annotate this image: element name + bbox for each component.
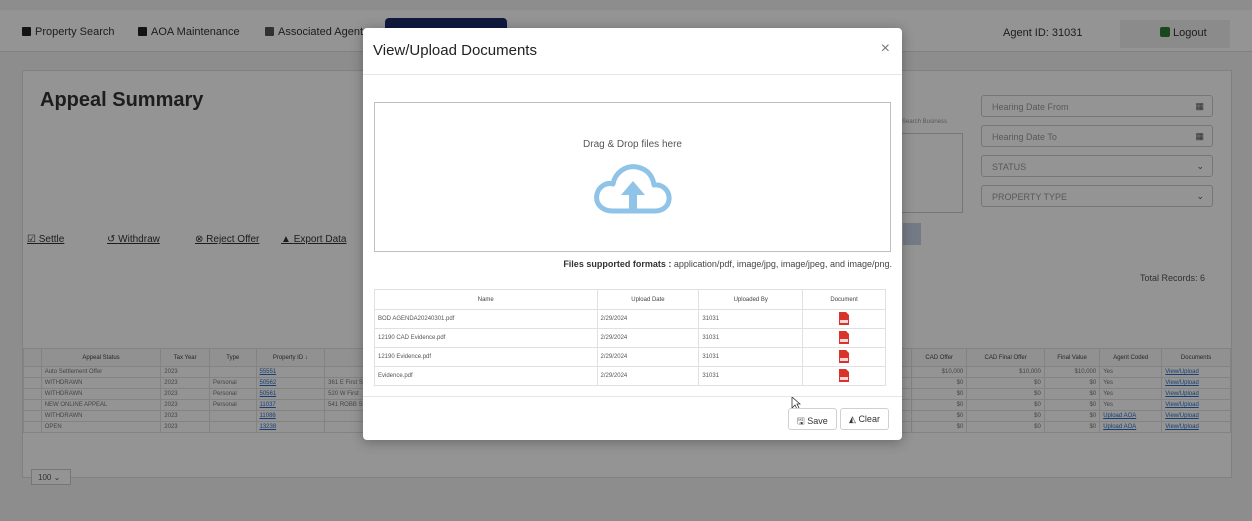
- uploaded-by: 31031: [698, 328, 804, 348]
- upload-date: 2/29/2024: [596, 366, 700, 386]
- pdf-icon[interactable]: [802, 366, 886, 386]
- uploaded-by: 31031: [698, 347, 804, 367]
- table-row: BOD AGENDA20240301.pdf 2/29/2024 31031: [374, 309, 886, 329]
- docs-header-row: Name Upload Date Uploaded By Document: [374, 289, 886, 310]
- file-name: 12190 Evidence.pdf: [374, 347, 598, 367]
- uploaded-by: 31031: [698, 366, 804, 386]
- col-uploaded-by: Uploaded By: [698, 289, 804, 310]
- table-row: 12190 Evidence.pdf 2/29/2024 31031: [374, 347, 886, 367]
- clear-button[interactable]: ◭ Clear: [840, 408, 889, 430]
- modal-title: View/Upload Documents: [373, 42, 537, 59]
- view-upload-documents-modal: View/Upload Documents × Drag & Drop file…: [363, 28, 902, 440]
- cloud-upload-icon: [594, 164, 672, 214]
- modal-divider: [363, 74, 902, 75]
- file-name: BOD AGENDA20240301.pdf: [374, 309, 598, 329]
- uploaded-by: 31031: [698, 309, 804, 329]
- documents-table: Name Upload Date Uploaded By Document BO…: [374, 289, 886, 386]
- pdf-icon[interactable]: [802, 347, 886, 367]
- modal-divider: [363, 396, 902, 397]
- col-name: Name: [374, 289, 598, 310]
- pdf-icon[interactable]: [802, 328, 886, 348]
- table-row: Evidence.pdf 2/29/2024 31031: [374, 366, 886, 386]
- eraser-icon: ◭: [849, 414, 856, 424]
- close-icon[interactable]: ×: [881, 40, 890, 58]
- pdf-icon[interactable]: [802, 309, 886, 329]
- supported-formats: Files supported formats : application/pd…: [563, 259, 892, 269]
- drop-text: Drag & Drop files here: [583, 139, 682, 150]
- upload-date: 2/29/2024: [596, 309, 700, 329]
- file-name: 12190 CAD Evidence.pdf: [374, 328, 598, 348]
- file-dropzone[interactable]: Drag & Drop files here: [374, 102, 891, 252]
- col-document: Document: [802, 289, 886, 310]
- file-name: Evidence.pdf: [374, 366, 598, 386]
- upload-date: 2/29/2024: [596, 347, 700, 367]
- save-icon: 🖫: [797, 416, 805, 426]
- col-upload-date: Upload Date: [596, 289, 700, 310]
- table-row: 12190 CAD Evidence.pdf 2/29/2024 31031: [374, 328, 886, 348]
- upload-date: 2/29/2024: [596, 328, 700, 348]
- save-button[interactable]: 🖫 Save: [788, 408, 837, 430]
